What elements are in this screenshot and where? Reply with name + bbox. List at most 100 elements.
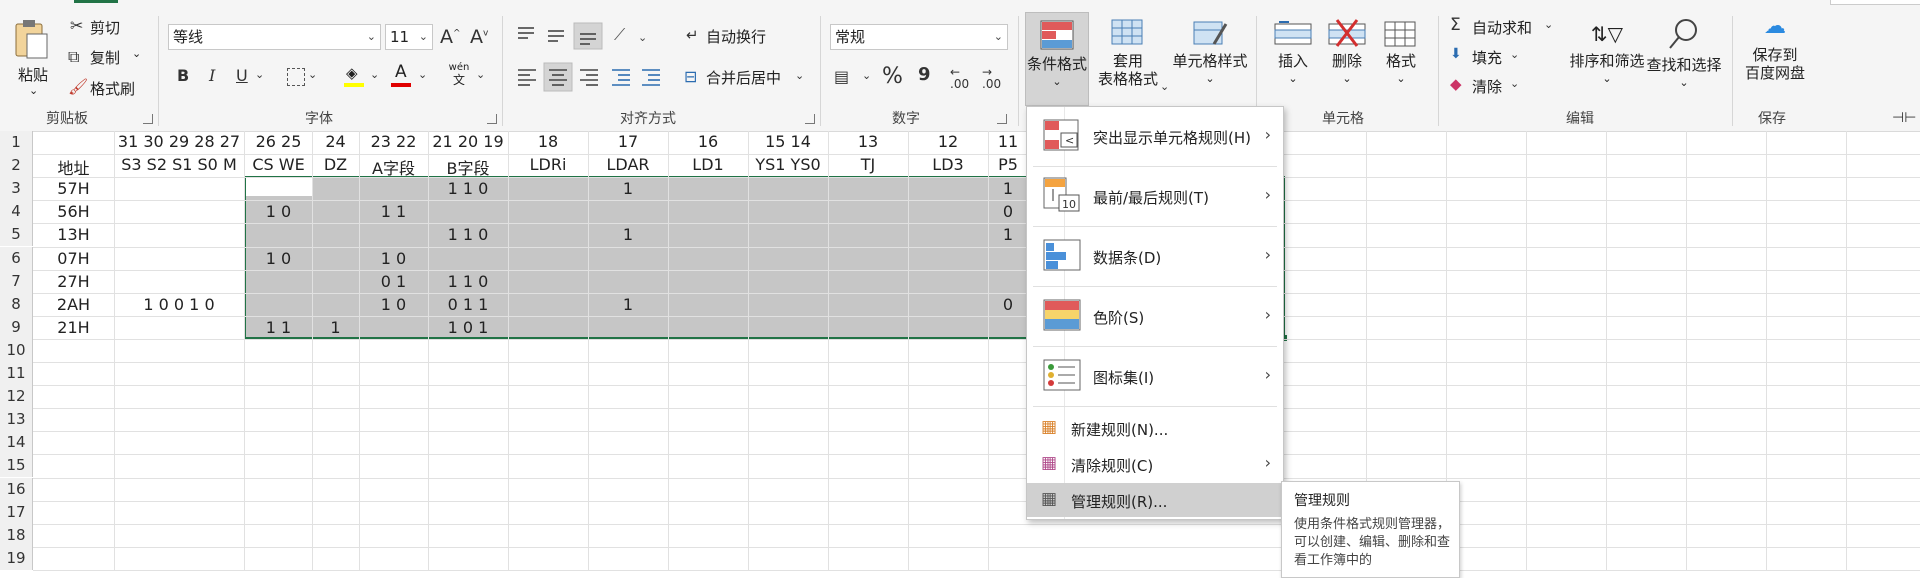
menu-item-highlight-rules[interactable]: < 突出显示单元格规则(H) ›: [1027, 107, 1283, 165]
merge-center-button[interactable]: 合并后居中: [706, 67, 781, 88]
find-select-button[interactable]: 查找和选择 ⌄: [1644, 16, 1724, 106]
cell-m2[interactable]: P5: [988, 155, 1028, 174]
menu-item-top-bottom[interactable]: 10 最前/最后规则(T) ›: [1027, 167, 1283, 225]
row-header[interactable]: 4: [0, 200, 33, 224]
address-cell[interactable]: 2AH: [33, 295, 114, 314]
data-cell[interactable]: 1: [588, 295, 668, 314]
spreadsheet-grid[interactable]: 1 2 3 4 5 6 7 8 9 10 11 12 13 14 15 16 17 18 19 31 30 29 2…: [0, 131, 1920, 571]
font-launcher[interactable]: [487, 114, 497, 124]
cell-i2[interactable]: LD1: [668, 155, 748, 174]
cell-b1[interactable]: 31 30 29 28 27: [114, 132, 244, 151]
row-header[interactable]: 2: [0, 154, 33, 178]
pin-ribbon-icon[interactable]: ⊣⊢: [1892, 110, 1916, 126]
data-cell[interactable]: 1 1 0: [428, 225, 508, 244]
number-launcher[interactable]: [997, 114, 1007, 124]
row-header[interactable]: 15: [0, 454, 33, 478]
wrap-text-button[interactable]: 自动换行: [706, 26, 766, 47]
data-cell[interactable]: 1: [312, 318, 359, 337]
increase-decimal-button[interactable]: ← .00: [950, 66, 969, 90]
cell-j1[interactable]: 15 14: [748, 132, 828, 151]
currency-icon[interactable]: ▤: [834, 67, 849, 86]
row-header[interactable]: 14: [0, 431, 33, 455]
data-cell[interactable]: 1 0: [359, 295, 428, 314]
cell-f2[interactable]: B字段: [428, 155, 508, 179]
chevron-down-icon[interactable]: ⌄: [418, 68, 427, 81]
chevron-down-icon[interactable]: ⌄: [476, 68, 485, 81]
cell-g2[interactable]: LDRi: [508, 155, 588, 174]
cell-e1[interactable]: 24: [312, 132, 359, 151]
chevron-down-icon[interactable]: ⌄: [1160, 80, 1169, 93]
cell-b2[interactable]: S3 S2 S1 S0 M: [114, 155, 244, 174]
alignment-launcher[interactable]: [805, 114, 815, 124]
row-header[interactable]: 6: [0, 246, 33, 270]
data-cell[interactable]: 0: [988, 202, 1028, 221]
format-painter-button[interactable]: 格式刷: [90, 78, 135, 99]
cell-e2-1[interactable]: 23 22: [359, 132, 428, 151]
cell-m1[interactable]: 11: [988, 132, 1028, 151]
cell-styles-button[interactable]: 单元格样式 ⌄: [1170, 18, 1250, 104]
row-header[interactable]: 10: [0, 338, 33, 362]
cell-h2[interactable]: LDAR: [588, 155, 668, 174]
address-cell[interactable]: 07H: [33, 249, 114, 268]
clear-button[interactable]: 清除: [1472, 76, 1502, 97]
cell-l1[interactable]: 12: [908, 132, 988, 151]
copy-button[interactable]: 复制: [90, 47, 120, 68]
save-to-baidu-button[interactable]: ☁ 保存到 百度网盘: [1740, 16, 1810, 104]
data-cell[interactable]: 0 1: [359, 272, 428, 291]
data-cell[interactable]: 1 0 0 1 0: [114, 295, 244, 314]
clipboard-launcher[interactable]: [143, 114, 153, 124]
format-as-table-button[interactable]: 套用 表格格式: [1092, 18, 1164, 104]
chevron-down-icon[interactable]: ⌄: [1544, 18, 1553, 31]
row-header[interactable]: 9: [0, 315, 33, 339]
data-cell[interactable]: 1 1: [245, 318, 312, 337]
row-header[interactable]: 11: [0, 362, 33, 386]
menu-item-clear-rules[interactable]: ▦ 清除规则(C) ›: [1027, 447, 1283, 481]
data-cell[interactable]: 0: [988, 295, 1028, 314]
percent-button[interactable]: %: [882, 64, 903, 89]
chevron-down-icon[interactable]: ⌄: [1510, 77, 1519, 90]
row-header[interactable]: 16: [0, 477, 33, 501]
address-cell[interactable]: 21H: [33, 318, 114, 337]
cell-h1[interactable]: 17: [588, 132, 668, 151]
cell-d1[interactable]: 26 25: [245, 132, 312, 151]
data-cell[interactable]: 1: [988, 225, 1028, 244]
borders-icon[interactable]: [287, 68, 305, 86]
cell-l2[interactable]: LD3: [908, 155, 988, 174]
chevron-down-icon[interactable]: ⌄: [1510, 48, 1519, 61]
italic-button[interactable]: I: [209, 66, 215, 85]
sort-filter-button[interactable]: ⇅▽ 排序和筛选 ⌄: [1562, 16, 1652, 106]
data-cell[interactable]: 1 0 1: [428, 318, 508, 337]
chevron-down-icon[interactable]: ⌄: [308, 68, 317, 81]
cell-e2[interactable]: DZ: [312, 155, 359, 174]
cell-d2[interactable]: CS WE: [245, 155, 312, 174]
delete-button[interactable]: 删除 ⌄: [1322, 18, 1372, 104]
row-header[interactable]: 1: [0, 131, 33, 155]
chevron-down-icon[interactable]: ⌄: [255, 68, 264, 81]
cell-e2-2[interactable]: A字段: [359, 155, 428, 179]
data-cell[interactable]: 1: [588, 225, 668, 244]
font-name-combo[interactable]: 等线 ⌄: [168, 24, 381, 50]
grow-font-button[interactable]: A^: [440, 26, 461, 48]
menu-item-manage-rules[interactable]: ▦ 管理规则(R)...: [1027, 483, 1283, 517]
comma-style-button[interactable]: 9: [918, 64, 931, 85]
decrease-decimal-button[interactable]: → .00: [982, 66, 1001, 90]
paste-button[interactable]: 粘贴 ⌄: [10, 18, 54, 104]
font-size-combo[interactable]: 11 ⌄: [385, 24, 433, 50]
cell-i1[interactable]: 16: [668, 132, 748, 151]
address-cell[interactable]: 13H: [33, 225, 114, 244]
row-header[interactable]: 13: [0, 408, 33, 432]
cell-k2[interactable]: TJ: [828, 155, 908, 174]
cut-button[interactable]: 剪切: [90, 17, 120, 38]
address-cell[interactable]: 57H: [33, 179, 114, 198]
fill-color-button[interactable]: ◈: [344, 64, 366, 88]
data-cell[interactable]: 1 1: [359, 202, 428, 221]
row-header[interactable]: 17: [0, 500, 33, 524]
data-cell[interactable]: 1 0: [245, 249, 312, 268]
row-header[interactable]: 3: [0, 177, 33, 201]
cell-k1[interactable]: 13: [828, 132, 908, 151]
row-header[interactable]: 8: [0, 292, 33, 316]
menu-item-new-rule[interactable]: ▦ 新建规则(N)...: [1027, 411, 1283, 445]
cell-a2[interactable]: 地址: [33, 155, 114, 179]
chevron-down-icon[interactable]: ⌄: [862, 69, 871, 82]
chevron-down-icon[interactable]: ⌄: [370, 68, 379, 81]
